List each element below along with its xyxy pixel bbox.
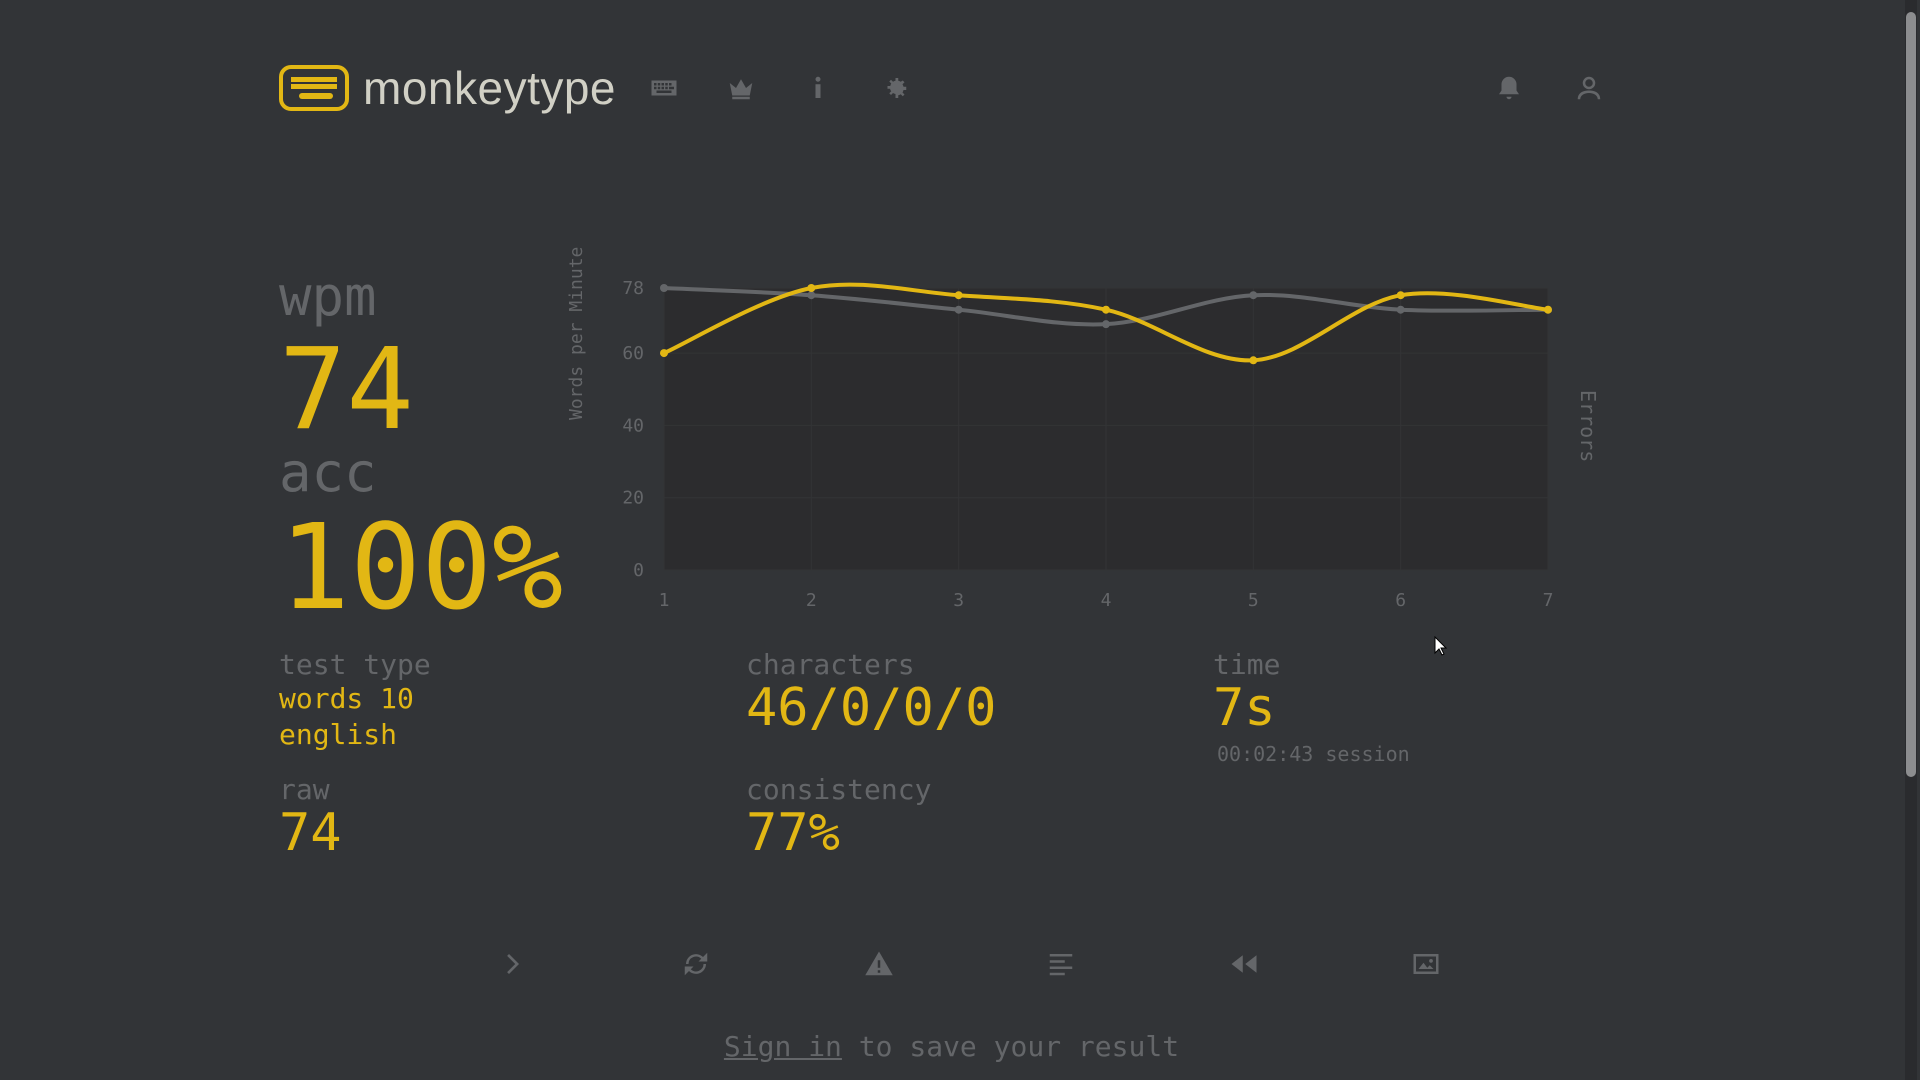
refresh-icon <box>685 952 708 976</box>
bell-icon[interactable] <box>1493 72 1525 104</box>
wpm-stat: wpm 74 <box>279 265 414 455</box>
chart-x-tick-label: 2 <box>806 590 817 611</box>
chart-point <box>1102 305 1110 314</box>
chart-point <box>954 291 963 300</box>
restart-test-button[interactable] <box>672 940 720 988</box>
report-question-button[interactable] <box>855 940 903 988</box>
consistency-stat: consistency 77% <box>746 773 931 861</box>
chart-x-tick-label: 3 <box>953 590 964 611</box>
acc-label: acc <box>279 441 377 504</box>
crown-icon[interactable] <box>725 72 757 104</box>
test-type-language: english <box>279 718 398 751</box>
logo[interactable]: monkeytype <box>279 61 616 115</box>
chart-y-tick-label: 0 <box>633 560 644 581</box>
main-nav <box>648 72 911 104</box>
wpm-chart: Words per Minute Errors 0 20 40 60 78 1 2 3 4 5 6 7 <box>566 247 1620 620</box>
gear-icon[interactable] <box>879 72 911 104</box>
chart-point <box>1396 291 1405 300</box>
user-icon[interactable] <box>1573 72 1605 104</box>
chart-point <box>807 291 816 300</box>
top-nav: monkeytype <box>279 62 1605 114</box>
chart-y-tick-label: 40 <box>622 415 644 436</box>
wpm-value: 74 <box>279 325 414 455</box>
app-name: monkeytype <box>363 62 617 114</box>
time-value: 7s <box>1213 678 1276 738</box>
signin-prompt: Sign in to save your result <box>0 1030 1903 1063</box>
session-time: 00:02:43 session <box>1217 741 1410 766</box>
raw-value: 74 <box>279 803 342 863</box>
page-scrollbar[interactable] <box>1905 0 1917 1080</box>
consistency-label: consistency <box>746 773 932 806</box>
chart-point <box>660 349 668 358</box>
chart-y-tick-label: 20 <box>622 488 644 509</box>
chart-x-tick-label: 4 <box>1101 590 1112 611</box>
chart-point <box>1396 305 1405 314</box>
chart-point <box>660 284 668 292</box>
signin-link[interactable]: Sign in <box>724 1030 842 1063</box>
time-label: time <box>1213 648 1281 681</box>
chart-point <box>1249 291 1258 300</box>
chart-svg: 0 20 40 60 78 1 2 3 4 5 6 7 <box>622 278 1554 611</box>
info-icon[interactable] <box>802 72 834 104</box>
screenshot-button[interactable] <box>1402 940 1450 988</box>
warning-icon <box>865 951 893 976</box>
wpm-label: wpm <box>279 265 377 328</box>
keyboard-icon[interactable] <box>648 72 680 104</box>
chart-y-tick-label: 78 <box>622 278 644 299</box>
chart-point <box>1544 305 1552 314</box>
mouse-cursor-icon <box>1434 636 1448 656</box>
next-test-button[interactable] <box>490 940 538 988</box>
chart-point <box>807 284 816 292</box>
backward-icon <box>1231 955 1257 973</box>
chart-point <box>1249 356 1258 365</box>
chart-y-tick-label: 60 <box>622 343 644 364</box>
chart-x-tick-label: 7 <box>1543 590 1554 611</box>
time-stat: time 7s 00:02:43 session <box>1213 648 1410 766</box>
acc-value: 100% <box>279 498 564 636</box>
chart-x-tick-label: 1 <box>659 590 670 611</box>
raw-stat: raw 74 <box>279 773 342 861</box>
raw-label: raw <box>279 773 330 806</box>
align-left-icon <box>1049 954 1073 976</box>
account-nav <box>1493 72 1605 104</box>
logo-icon <box>279 65 349 111</box>
replay-button[interactable] <box>1220 940 1268 988</box>
chart-errors-axis-label: Errors <box>1576 390 1600 463</box>
scrollbar-thumb[interactable] <box>1906 12 1916 777</box>
chart-x-tick-label: 5 <box>1248 590 1259 611</box>
chart-x-tick-label: 6 <box>1395 590 1406 611</box>
chart-point <box>1102 320 1110 329</box>
image-icon <box>1413 954 1439 974</box>
consistency-value: 77% <box>746 803 840 863</box>
signin-text: to save your result <box>841 1030 1180 1063</box>
characters-stat: characters 46/0/0/0 <box>746 648 996 736</box>
test-type-stat: test type words 10 english <box>279 648 431 753</box>
chart-point <box>954 305 963 314</box>
result-actions <box>490 940 1450 988</box>
chart-y-axis-label: Words per Minute <box>566 246 587 420</box>
characters-label: characters <box>746 648 915 681</box>
test-type-label: test type <box>279 648 431 681</box>
words-history-button[interactable] <box>1037 940 1085 988</box>
test-type-mode: words 10 <box>279 682 414 715</box>
characters-value: 46/0/0/0 <box>746 678 997 738</box>
chevron-right-icon <box>507 954 519 974</box>
